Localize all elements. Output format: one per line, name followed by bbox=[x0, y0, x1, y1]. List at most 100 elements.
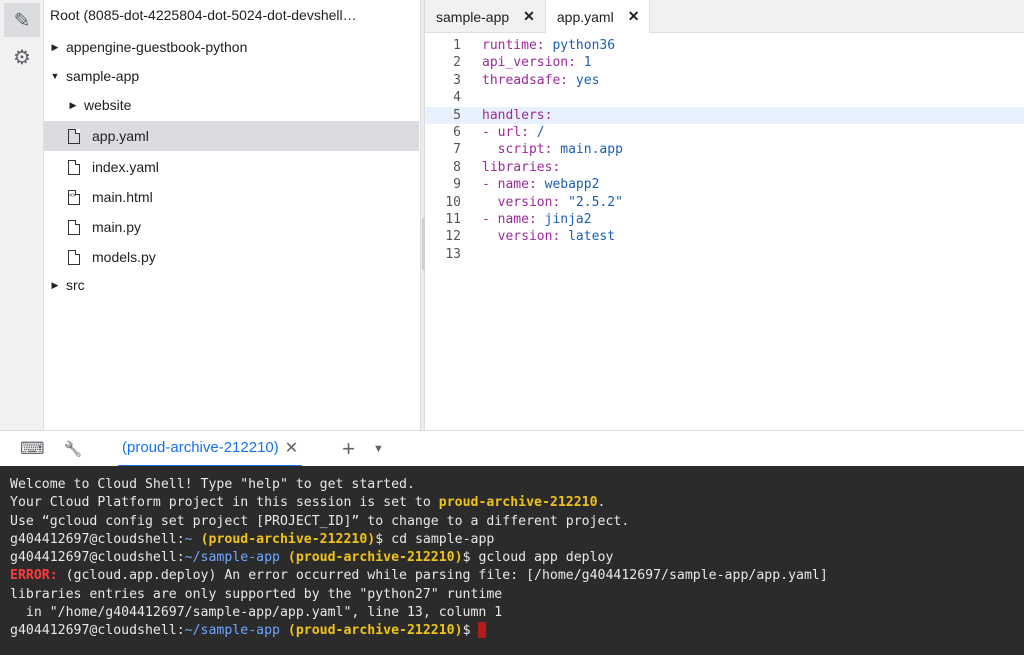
gear-icon[interactable]: ⚙ bbox=[4, 40, 40, 74]
tree-item-label: main.py bbox=[92, 219, 142, 235]
tree-folder-sample-app[interactable]: ▼ sample-app bbox=[44, 61, 419, 91]
terminal-line: g404412697@cloudshell:~/sample-app (prou… bbox=[10, 550, 614, 566]
tree-file-main-html[interactable]: main.html bbox=[44, 182, 419, 212]
tree-file-app-yaml[interactable]: app.yaml bbox=[44, 121, 419, 151]
code-line: 6 - url: / bbox=[425, 124, 1024, 141]
tree-folder-website[interactable]: ▶ website bbox=[44, 90, 419, 120]
line-content: api_version: 1 bbox=[482, 55, 592, 71]
tab-label: sample-app bbox=[436, 8, 510, 25]
file-icon bbox=[68, 159, 80, 175]
line-number: 13 bbox=[445, 246, 461, 262]
keyboard-icon[interactable]: ⌨ bbox=[20, 439, 45, 459]
tree-item-label: website bbox=[84, 97, 132, 113]
terminal-line: g404412697@cloudshell:~/sample-app (prou… bbox=[10, 622, 1024, 640]
tree-file-models-py[interactable]: models.py bbox=[44, 242, 419, 272]
tree-item-label: app.yaml bbox=[92, 128, 149, 144]
terminal-output[interactable]: Welcome to Cloud Shell! Type "help" to g… bbox=[0, 466, 1024, 655]
line-number: 5 bbox=[453, 107, 461, 123]
tree-file-index-yaml[interactable]: index.yaml bbox=[44, 152, 419, 182]
tree-file-main-py[interactable]: main.py bbox=[44, 212, 419, 242]
tree-item-label: models.py bbox=[92, 249, 156, 265]
file-icon bbox=[68, 249, 80, 265]
chevron-right-icon: ▶ bbox=[51, 41, 59, 52]
code-line: 11 - name: jinja2 bbox=[425, 211, 1024, 228]
tab-sample-app[interactable]: sample-app ✕ bbox=[425, 0, 546, 33]
code-line: 10 version: "2.5.2" bbox=[425, 194, 1024, 211]
code-area[interactable]: 1 runtime: python36 2 api_version: 1 3 thread… bbox=[425, 37, 1024, 263]
tree-item-label: index.yaml bbox=[92, 159, 159, 175]
line-number: 1 bbox=[453, 38, 461, 53]
line-number: 10 bbox=[445, 194, 461, 210]
terminal-line: libraries entries are only supported by … bbox=[10, 586, 503, 602]
line-number: 2 bbox=[453, 55, 461, 71]
code-line: 2 api_version: 1 bbox=[425, 54, 1024, 71]
line-content: libraries: bbox=[482, 159, 561, 175]
code-line: 4 bbox=[425, 89, 1024, 106]
line-content: handlers: bbox=[482, 107, 553, 123]
terminal-line: in "/home/g404412697/sample-app/app.yaml… bbox=[10, 605, 503, 621]
file-icon bbox=[68, 128, 80, 144]
line-number: 7 bbox=[453, 142, 461, 158]
line-number: 3 bbox=[453, 72, 461, 88]
terminal-line: Welcome to Cloud Shell! Type "help" to g… bbox=[10, 477, 415, 492]
code-line: 5 handlers: bbox=[425, 106, 1024, 124]
line-number: 9 bbox=[453, 177, 461, 193]
line-content bbox=[461, 246, 482, 263]
terminal-line: Your Cloud Platform project in this sess… bbox=[10, 495, 606, 511]
line-content: script: main.app bbox=[482, 142, 623, 158]
tree-item-label: appengine-guestbook-python bbox=[66, 39, 248, 55]
line-number: 11 bbox=[445, 211, 461, 227]
activity-bar: ✎ ⚙ bbox=[0, 0, 44, 430]
line-number: 8 bbox=[453, 159, 461, 175]
tree-folder-appengine-guestbook-python[interactable]: ▶ appengine-guestbook-python bbox=[44, 32, 419, 62]
code-line: 12 version: latest bbox=[425, 228, 1024, 245]
add-terminal-button[interactable]: + bbox=[342, 436, 355, 462]
code-line: 3 threadsafe: yes bbox=[425, 72, 1024, 89]
terminal-tab-label: (proud-archive-212210) bbox=[122, 439, 279, 456]
tab-label: app.yaml bbox=[556, 8, 614, 25]
code-editor: sample-app ✕ app.yaml ✕ 1 runtime: python… bbox=[425, 0, 1024, 430]
line-number: 12 bbox=[445, 229, 461, 245]
code-line: 13 bbox=[425, 246, 1024, 263]
code-line: 8 libraries: bbox=[425, 159, 1024, 176]
line-content: - name: jinja2 bbox=[482, 211, 592, 227]
close-icon[interactable]: ✕ bbox=[628, 8, 640, 25]
chevron-right-icon: ▶ bbox=[69, 99, 77, 110]
line-number: 4 bbox=[453, 90, 461, 106]
html-file-icon bbox=[68, 189, 80, 205]
line-content: - name: webapp2 bbox=[482, 177, 600, 193]
terminal-tab[interactable]: (proud-archive-212210) ✕ bbox=[118, 431, 303, 467]
pencil-icon[interactable]: ✎ bbox=[4, 3, 40, 37]
terminal-toolbar: ⌨ 🔧 (proud-archive-212210) ✕ + ▼ bbox=[0, 430, 1024, 467]
file-tree: Root (8085-dot-4225804-dot-5024-dot-devs… bbox=[44, 0, 420, 430]
file-icon bbox=[68, 219, 80, 235]
terminal-line: g404412697@cloudshell:~ (proud-archive-2… bbox=[10, 531, 495, 547]
code-line: 1 runtime: python36 bbox=[425, 37, 1024, 54]
tab-app-yaml[interactable]: app.yaml ✕ bbox=[545, 0, 651, 33]
tree-item-label: src bbox=[66, 277, 85, 293]
close-icon[interactable]: ✕ bbox=[523, 8, 535, 25]
terminal-line: Use “gcloud config set project [PROJECT_… bbox=[10, 513, 630, 529]
close-icon[interactable]: ✕ bbox=[285, 438, 298, 458]
terminal-cursor bbox=[478, 622, 487, 639]
tree-root-label: Root (8085-dot-4225804-dot-5024-dot-devs… bbox=[50, 7, 357, 23]
tree-item-label: main.html bbox=[92, 189, 153, 205]
terminal-line: ERROR: (gcloud.app.deploy) An error occu… bbox=[10, 568, 828, 584]
tree-root[interactable]: Root (8085-dot-4225804-dot-5024-dot-devs… bbox=[44, 0, 419, 30]
line-number: 6 bbox=[453, 124, 461, 140]
line-content: version: "2.5.2" bbox=[482, 194, 623, 210]
chevron-down-icon: ▼ bbox=[50, 71, 60, 81]
line-content: version: latest bbox=[482, 229, 616, 245]
dropdown-icon[interactable]: ▼ bbox=[373, 443, 384, 455]
tree-item-label: sample-app bbox=[66, 68, 140, 84]
line-content: runtime: python36 bbox=[482, 38, 616, 53]
wrench-icon[interactable]: 🔧 bbox=[62, 440, 84, 458]
code-line: 7 script: main.app bbox=[425, 141, 1024, 158]
editor-tabs: sample-app ✕ app.yaml ✕ bbox=[425, 0, 1024, 33]
line-content bbox=[461, 89, 482, 106]
code-line: 9 - name: webapp2 bbox=[425, 176, 1024, 193]
line-content: - url: / bbox=[482, 124, 545, 140]
chevron-right-icon: ▶ bbox=[51, 279, 59, 290]
line-content: threadsafe: yes bbox=[482, 72, 600, 88]
tree-folder-src[interactable]: ▶ src bbox=[44, 270, 419, 300]
